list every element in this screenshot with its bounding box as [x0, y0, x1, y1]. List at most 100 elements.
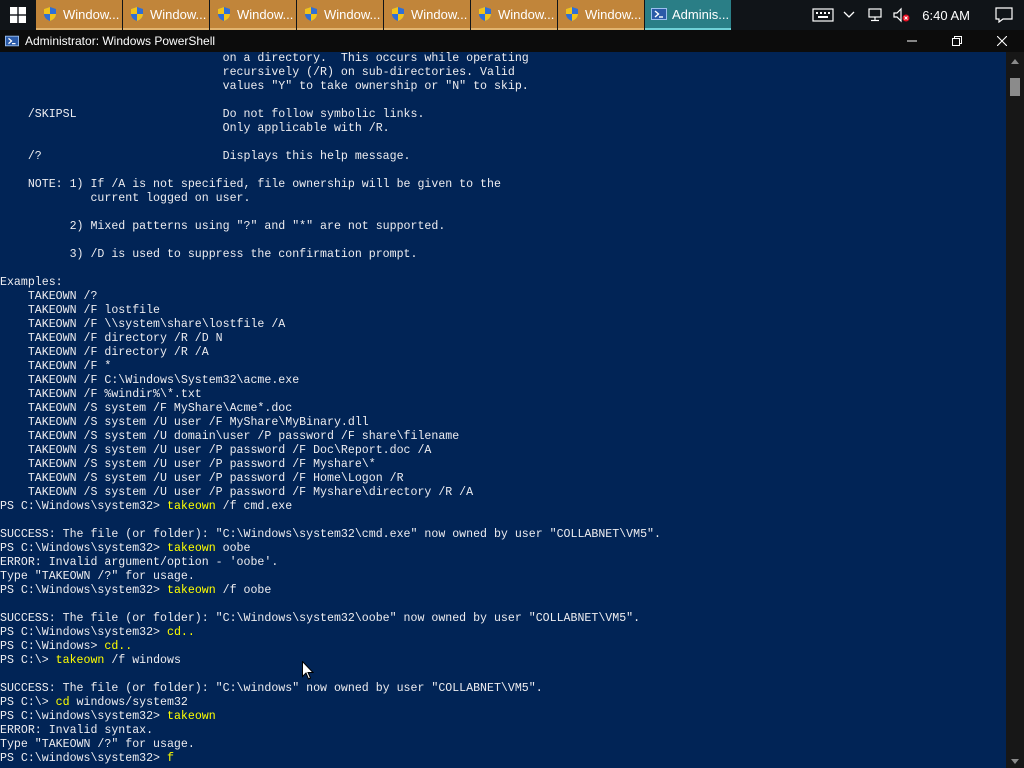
- command-args: /f oobe: [215, 584, 272, 597]
- console-output-line: TAKEOWN /F \\system\share\lostfile /A: [0, 318, 286, 331]
- mouse-pointer-icon: [302, 661, 314, 680]
- minimize-button[interactable]: [889, 30, 934, 52]
- console-prompt-line: PS C:\Windows> cd..: [0, 640, 1006, 654]
- taskbar-app-windows-3[interactable]: Window...: [210, 0, 296, 30]
- console-output-line: Type "TAKEOWN /?" for usage.: [0, 570, 195, 583]
- vertical-scrollbar[interactable]: [1006, 52, 1024, 768]
- powershell-icon: [651, 8, 667, 20]
- console-output-line: ERROR: Invalid argument/option - 'oobe'.: [0, 556, 279, 569]
- console-output-line: on a directory. This occurs while operat…: [0, 52, 529, 65]
- command-text: takeown: [166, 500, 216, 513]
- console-output-line: TAKEOWN /F C:\Windows\System32\acme.exe: [0, 374, 300, 387]
- uac-shield-icon: [131, 7, 143, 21]
- console-output-line: TAKEOWN /S system /U user /P password /F…: [0, 472, 404, 485]
- command-text: takeown: [55, 654, 105, 667]
- console-output-line: NOTE: 1) If /A is not specified, file ow…: [0, 178, 501, 191]
- console-prompt-line: PS C:\Windows\system32> takeown /f oobe: [0, 584, 1006, 598]
- command-args: windows/system32: [69, 696, 188, 709]
- prompt-text: PS C:\>: [0, 696, 56, 709]
- console-output-line: TAKEOWN /S system /F MyShare\Acme*.doc: [0, 402, 293, 415]
- prompt-text: PS C:\>: [0, 654, 56, 667]
- command-text: takeown: [166, 710, 216, 723]
- uac-shield-icon: [305, 7, 317, 21]
- taskbar-app-label: Adminis...: [672, 6, 730, 22]
- powershell-icon: [5, 35, 19, 47]
- command-text: cd..: [104, 640, 133, 653]
- scroll-up-icon[interactable]: [1011, 59, 1019, 64]
- taskbar-app-label: Window...: [237, 6, 294, 22]
- window-title-bar[interactable]: Administrator: Windows PowerShell: [0, 30, 1024, 52]
- taskbar-app-windows-2[interactable]: Window...: [123, 0, 209, 30]
- console-output-line: TAKEOWN /S system /U domain\user /P pass…: [0, 430, 460, 443]
- console-output-line: 3) /D is used to suppress the confirmati…: [0, 248, 418, 261]
- console-output-line: /? Displays this help message.: [0, 150, 411, 163]
- uac-shield-icon: [44, 7, 56, 21]
- prompt-text: PS C:\Windows\system32>: [0, 542, 167, 555]
- prompt-text: PS C:\windows\system32>: [0, 710, 167, 723]
- command-text: cd: [55, 696, 70, 709]
- console-prompt-line: PS C:\> takeown /f windows: [0, 654, 1006, 668]
- network-icon[interactable]: [862, 0, 888, 30]
- command-args: /f windows: [104, 654, 181, 667]
- taskbar: Window... Window... Window... Window... …: [0, 0, 1024, 30]
- command-args: oobe: [215, 542, 251, 555]
- taskbar-app-label: Window...: [498, 6, 555, 22]
- console-prompt-line: PS C:\Windows\system32> takeown /f cmd.e…: [0, 500, 1006, 514]
- restore-icon: [951, 36, 962, 46]
- scrollbar-thumb[interactable]: [1010, 78, 1020, 96]
- console-output-line: values "Y" to take ownership or "N" to s…: [0, 80, 529, 93]
- taskbar-app-windows-7[interactable]: Window...: [558, 0, 644, 30]
- console-output-line: TAKEOWN /S system /U user /F MyShare\MyB…: [0, 416, 369, 429]
- close-icon: [996, 36, 1007, 46]
- console-output-line: 2) Mixed patterns using "?" and "*" are …: [0, 220, 446, 233]
- taskbar-app-label: Window...: [63, 6, 120, 22]
- console-output-line: Type "TAKEOWN /?" for usage.: [0, 738, 195, 751]
- action-center-icon[interactable]: [984, 0, 1024, 30]
- command-args: /f cmd.exe: [215, 500, 293, 513]
- console-output-line: SUCCESS: The file (or folder): "C:\Windo…: [0, 612, 641, 625]
- window-title: Administrator: Windows PowerShell: [25, 34, 216, 48]
- console-output-line: TAKEOWN /F *: [0, 360, 112, 373]
- close-button[interactable]: [979, 30, 1024, 52]
- taskbar-app-windows-1[interactable]: Window...: [36, 0, 122, 30]
- console-output[interactable]: on a directory. This occurs while operat…: [0, 52, 1006, 768]
- prompt-text: PS C:\Windows\system32>: [0, 500, 167, 513]
- clock[interactable]: 6:40 AM: [914, 8, 984, 23]
- taskbar-app-label: Window...: [411, 6, 468, 22]
- console-output-line: recursively (/R) on sub-directories. Val…: [0, 66, 515, 79]
- console-prompt-line: PS C:\Windows\system32> takeown oobe: [0, 542, 1006, 556]
- taskbar-app-powershell[interactable]: Adminis...: [645, 0, 731, 30]
- console-output-line: TAKEOWN /S system /U user /P password /F…: [0, 444, 432, 457]
- scroll-down-icon[interactable]: [1011, 759, 1019, 764]
- console-output-line: /SKIPSL Do not follow symbolic links.: [0, 108, 425, 121]
- console-output-line: Only applicable with /R.: [0, 122, 390, 135]
- console-output-line: TAKEOWN /F directory /R /D N: [0, 332, 223, 345]
- console-output-line: TAKEOWN /F directory /R /A: [0, 346, 209, 359]
- prompt-text: PS C:\windows\system32>: [0, 752, 167, 765]
- taskbar-app-label: Window...: [324, 6, 381, 22]
- console-output-line: ERROR: Invalid syntax.: [0, 724, 154, 737]
- start-button[interactable]: [0, 0, 36, 30]
- volume-muted-icon[interactable]: [888, 0, 914, 30]
- window-controls: [889, 30, 1024, 52]
- command-text: f: [166, 752, 174, 765]
- taskbar-app-windows-6[interactable]: Window...: [471, 0, 557, 30]
- touch-keyboard-icon[interactable]: [810, 0, 836, 30]
- minimize-icon: [906, 40, 917, 42]
- console-output-line: current logged on user.: [0, 192, 251, 205]
- taskbar-app-windows-4[interactable]: Window...: [297, 0, 383, 30]
- uac-shield-icon: [479, 7, 491, 21]
- chevron-up-icon[interactable]: [836, 0, 862, 30]
- windows-logo-icon: [10, 7, 26, 23]
- restore-button[interactable]: [934, 30, 979, 52]
- taskbar-app-windows-5[interactable]: Window...: [384, 0, 470, 30]
- command-text: cd..: [166, 626, 195, 639]
- console-prompt-line: PS C:\Windows\system32> cd..: [0, 626, 1006, 640]
- console-prompt-line: PS C:\windows\system32> takeown: [0, 710, 1006, 724]
- console-output-line: TAKEOWN /F %windir%\*.txt: [0, 388, 202, 401]
